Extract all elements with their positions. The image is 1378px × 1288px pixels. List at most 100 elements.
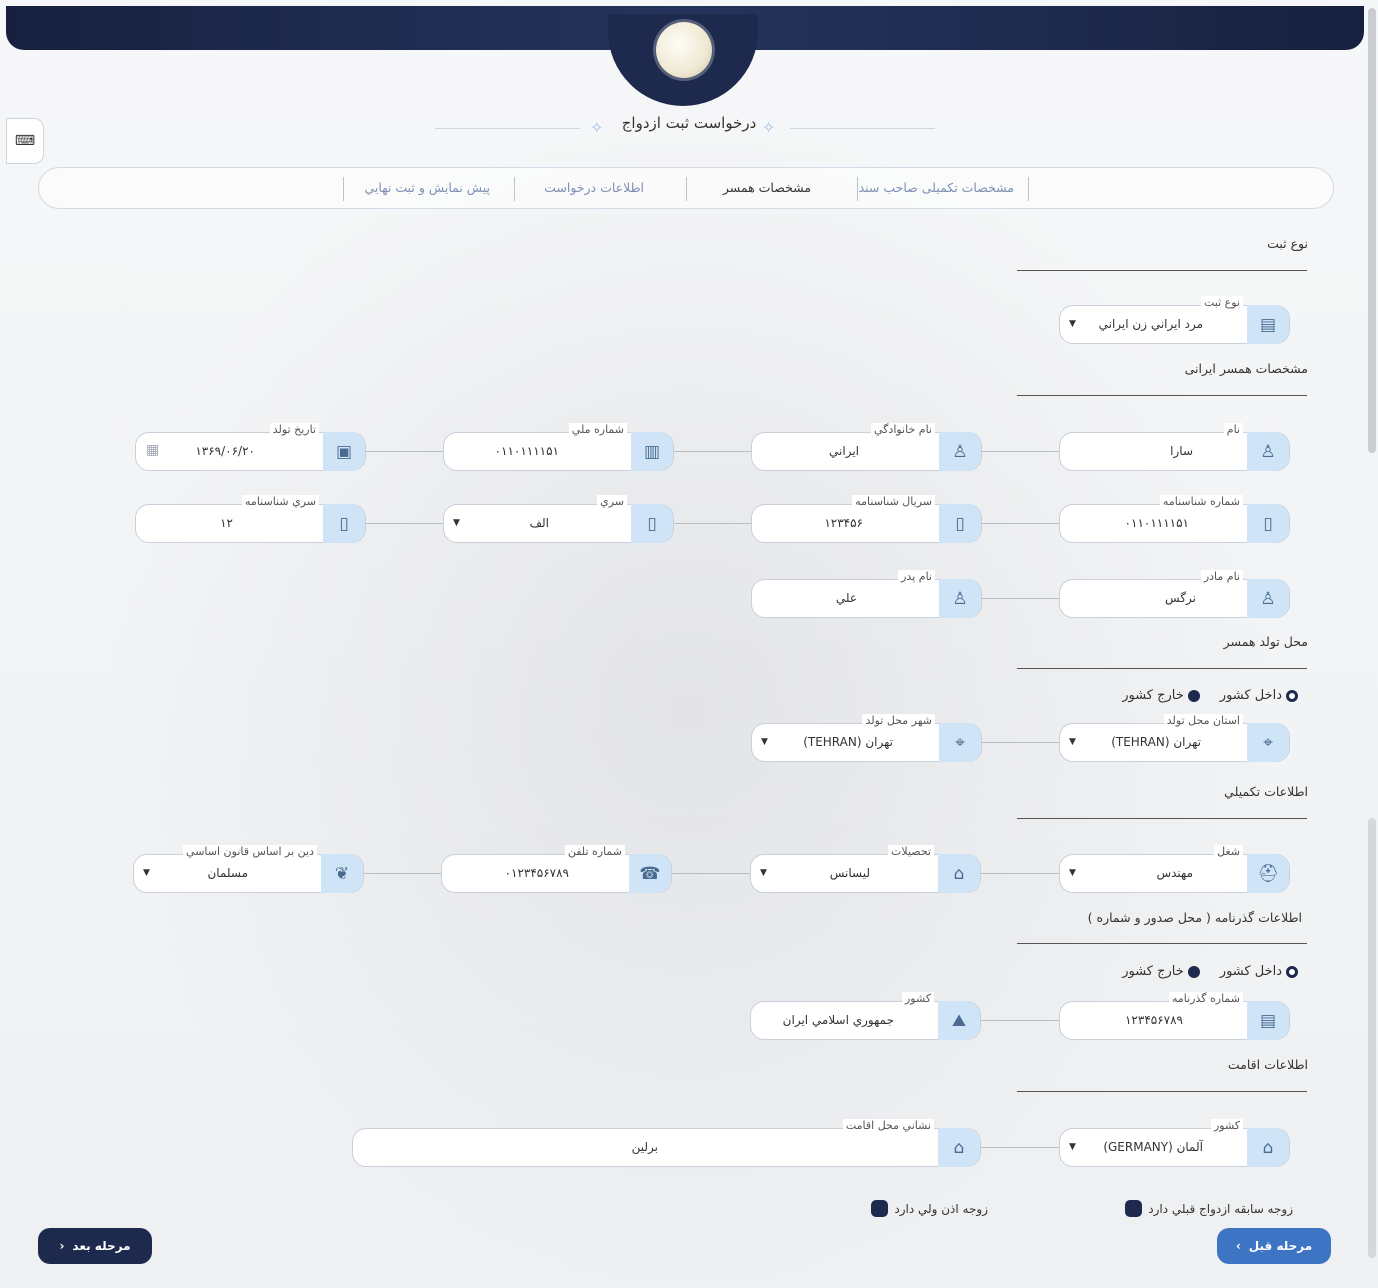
caret-down-icon: ▼ (1069, 1142, 1076, 1152)
field-label: نوع ثبت (1201, 296, 1243, 309)
connector-line (673, 451, 751, 452)
guardian-permit-checkbox-row[interactable]: زوجه اذن ولي دارد (871, 1200, 988, 1217)
field-label: تاريخ تولد (269, 423, 319, 436)
connector-line (365, 523, 443, 524)
section-title-extra-info: اطلاعات تكميلي (1224, 784, 1308, 799)
checkbox[interactable] (1125, 1200, 1143, 1217)
section-divider (1017, 395, 1307, 396)
field-label: شماره گذرنامه (1168, 992, 1243, 1005)
field-value: ۱۲۳۴۵۶۷۸۹ (1124, 1013, 1183, 1027)
radio-label: داخل كشور (1219, 964, 1282, 979)
flower-logo (656, 22, 712, 78)
button-label: مرحله قبل (1248, 1239, 1313, 1253)
field-label: نام پدر (898, 570, 935, 583)
cert-number-field[interactable]: ▯ شماره شناسنامه ۰۱۱۰۱۱۱۱۵۱ (1059, 495, 1290, 543)
radio-outside-country[interactable]: خارج كشور (1122, 688, 1200, 703)
radio-inside-country[interactable]: داخل كشور (1220, 964, 1298, 979)
job-select[interactable]: ⛑ شغل مهندس ▼ (1059, 845, 1290, 893)
cert-series-field[interactable]: ▯ سري شناسنامه ۱۲ (135, 495, 366, 543)
checkbox[interactable] (871, 1200, 889, 1217)
step-separator (514, 177, 515, 201)
section-title-spouse-info: مشخصات همسر ايرانی (1184, 361, 1308, 376)
section-title-reg-type: نوع ثبت (1267, 236, 1308, 251)
field-label: كشور (901, 992, 934, 1005)
title-deco-right-icon: ✧ (762, 118, 776, 137)
field-value: ۱۳۶۹/۰۶/۲۰ (195, 444, 255, 458)
scrollbar-thumb[interactable] (1368, 8, 1376, 453)
scrollbar-thumb-lower[interactable] (1368, 818, 1376, 1258)
field-value: ليسانس (829, 866, 870, 880)
first-name-field[interactable]: ♙ نام سارا (1059, 423, 1290, 471)
field-label: شماره ملي (568, 423, 627, 436)
field-label: نام خانوادگي (871, 423, 935, 436)
passport-number-field[interactable]: ▤ شماره گذرنامه ۱۲۳۴۵۶۷۸۹ (1059, 992, 1290, 1040)
field-value: ۰۱۱۰۱۱۱۱۵۱ (494, 444, 559, 458)
field-label: دين بر اساس قانون اساسي (183, 845, 317, 858)
radio-icon (1187, 689, 1200, 702)
birth-place-radio-group: داخل كشور خارج كشور (1122, 688, 1298, 703)
passport-radio-group: داخل كشور خارج كشور (1122, 964, 1298, 979)
field-label: شغل (1214, 845, 1243, 858)
radio-inside-country[interactable]: داخل كشور (1220, 688, 1298, 703)
previous-step-button[interactable]: مرحله قبل › (1217, 1228, 1331, 1264)
series-select[interactable]: ▯ سري الف ▼ (443, 495, 674, 543)
section-title-birth-place: محل تولد همسر (1223, 634, 1308, 649)
reg-type-select[interactable]: ▤ نوع ثبت مرد ايراني زن ايراني ▼ (1059, 296, 1290, 344)
caret-down-icon: ▼ (1069, 868, 1076, 878)
helmet-icon: ⛑ (1247, 854, 1289, 893)
last-name-field[interactable]: ♙ نام خانوادگي ايراني (751, 423, 982, 471)
prev-marriage-checkbox-row[interactable]: زوجه سابقه ازدواج قبلي دارد (1125, 1200, 1293, 1217)
user-icon: ♙ (1247, 579, 1289, 618)
next-step-button[interactable]: مرحله بعد ‹ (38, 1228, 152, 1264)
field-value: مسلمان (207, 866, 248, 880)
field-label: سري شناسنامه (242, 495, 319, 508)
religion-select[interactable]: ❦ دين بر اساس قانون اساسي مسلمان ▼ (133, 845, 364, 893)
step-preview-submit[interactable]: پيش نمايش و ثبت نهايي (364, 180, 490, 195)
birth-date-field[interactable]: ▣ تاريخ تولد ۱۳۶۹/۰۶/۲۰ ▦ (135, 423, 366, 471)
section-divider (1017, 270, 1307, 271)
checkbox-label: زوجه سابقه ازدواج قبلي دارد (1148, 1201, 1293, 1216)
caret-down-icon: ▼ (143, 868, 150, 878)
cert-serial-field[interactable]: ▯ سريال شناسنامه ۱۲۳۴۵۶ (751, 495, 982, 543)
field-label: نشاني محل اقامت (842, 1119, 934, 1132)
connector-line (981, 1147, 1059, 1148)
passport-icon: ▤ (1247, 1001, 1289, 1040)
step-separator (343, 177, 344, 201)
residence-address-field[interactable]: ⌂ نشاني محل اقامت برلين (352, 1119, 981, 1167)
phone-field[interactable]: ☎ شماره تلفن ۰۱۲۳۴۵۶۷۸۹ (441, 845, 672, 893)
section-divider (1017, 943, 1307, 944)
user-icon: ♙ (1247, 432, 1289, 471)
connector-line (981, 1020, 1059, 1021)
mother-name-field[interactable]: ♙ نام مادر نرگس (1059, 570, 1290, 618)
birth-city-select[interactable]: ⌖ شهر محل تولد تهران (TEHRAN) ▼ (751, 714, 982, 762)
page-title: درخواست ثبت ازدواج (621, 114, 757, 132)
passport-country-field[interactable]: ⛰ كشور جمهوري اسلامي ايران (750, 992, 981, 1040)
id-card-icon: ▯ (631, 504, 673, 543)
field-value: ۰۱۲۳۴۵۶۷۸۹ (504, 866, 569, 880)
field-label: سري (597, 495, 627, 508)
id-card-icon: ▯ (939, 504, 981, 543)
field-value: ايراني (829, 444, 859, 458)
section-divider (1017, 1091, 1307, 1092)
national-id-field[interactable]: ▥ شماره ملي ۰۱۱۰۱۱۱۱۵۱ (443, 423, 674, 471)
checkbox-label: زوجه اذن ولي دارد (894, 1201, 988, 1216)
field-value: ۱۲۳۴۵۶ (824, 516, 863, 530)
step-spouse-owner-extra[interactable]: مشخصات تكميلی صاحب سند (859, 180, 1014, 195)
document-icon: ▤ (1247, 305, 1289, 344)
radio-outside-country[interactable]: خارج كشور (1122, 964, 1200, 979)
education-select[interactable]: ⌂ تحصيلات ليسانس ▼ (750, 845, 981, 893)
step-spouse-info[interactable]: مشخصات همسر (723, 180, 811, 195)
date-picker-icon[interactable]: ▦ (146, 442, 159, 458)
radio-label: خارج كشور (1122, 688, 1184, 703)
residence-country-select[interactable]: ⌂ كشور آلمان (GERMANY) ▼ (1059, 1119, 1290, 1167)
father-name-field[interactable]: ♙ نام پدر علي (751, 570, 982, 618)
step-request-info[interactable]: اطلاعات درخواست (544, 180, 644, 195)
radio-selected-icon (1286, 965, 1298, 978)
birth-province-select[interactable]: ⌖ استان محل تولد تهران (TEHRAN) ▼ (1059, 714, 1290, 762)
field-label: شماره تلفن (564, 845, 625, 858)
connector-line (672, 873, 750, 874)
praying-hands-icon: ❦ (321, 854, 363, 893)
radio-label: خارج كشور (1122, 964, 1184, 979)
field-label: كشور (1210, 1119, 1243, 1132)
field-value: علي (835, 591, 857, 605)
